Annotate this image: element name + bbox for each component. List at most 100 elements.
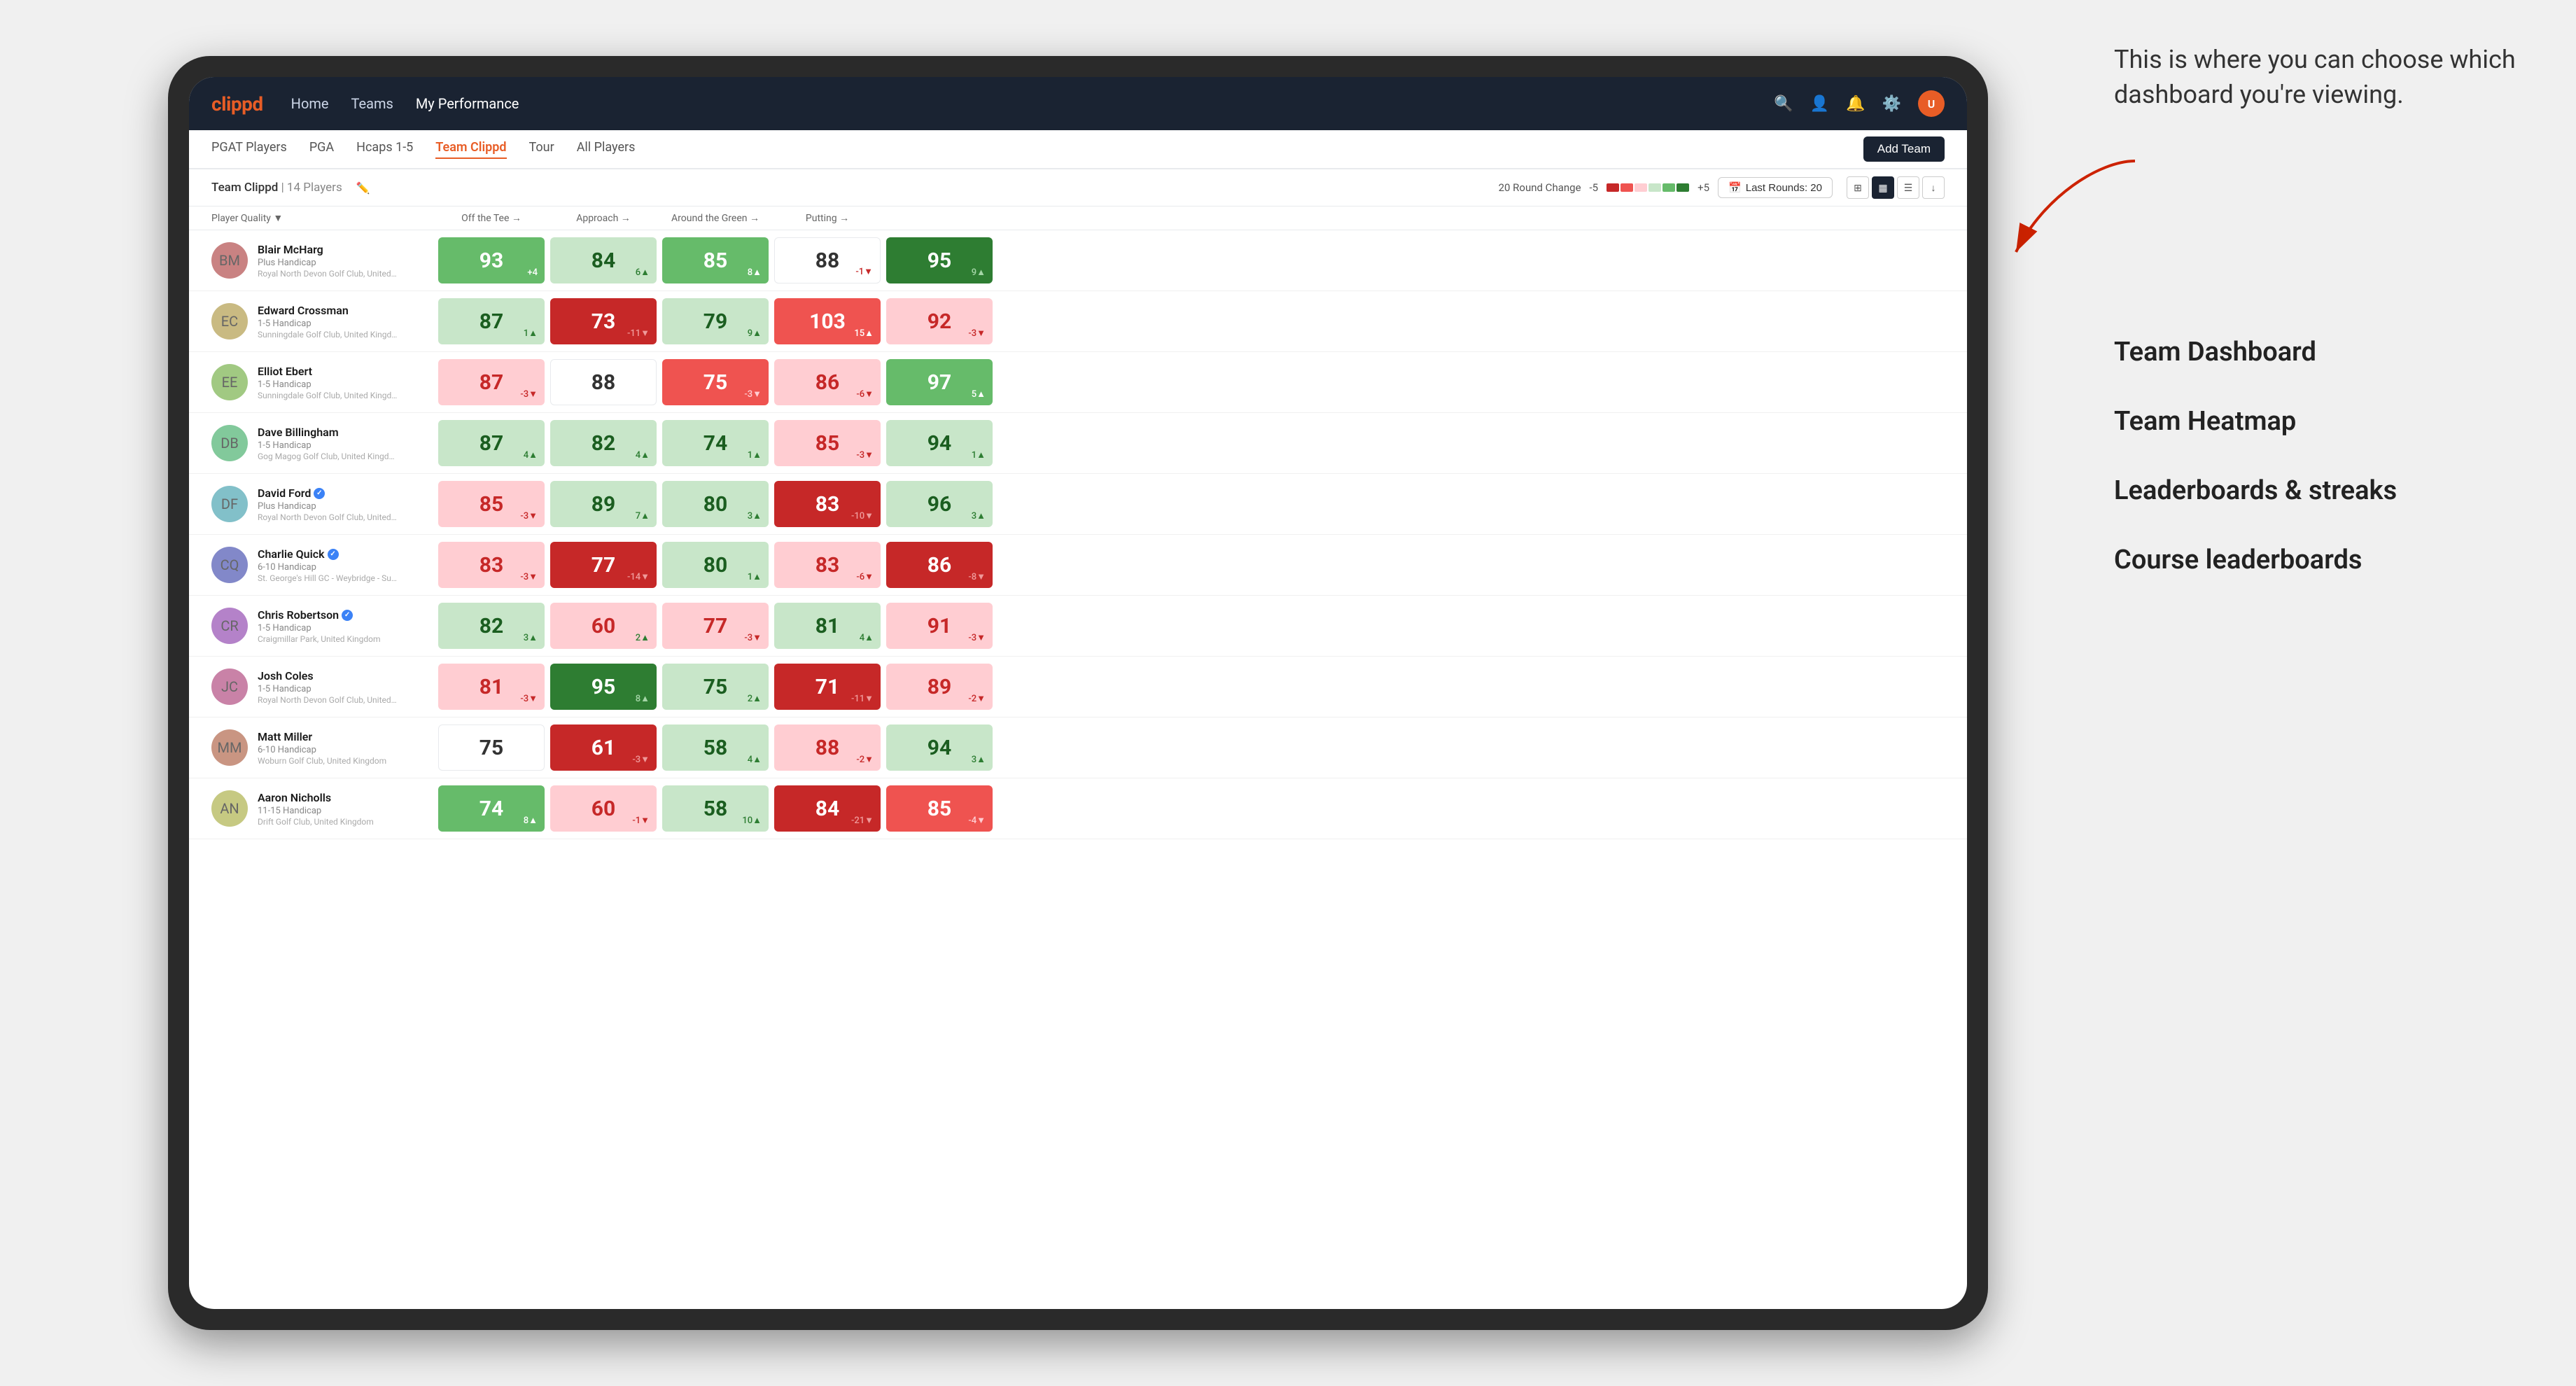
- approach-cell[interactable]: 803▲: [662, 481, 769, 527]
- col-off-tee[interactable]: Off the Tee →: [435, 212, 547, 224]
- profile-icon[interactable]: 👤: [1810, 95, 1829, 113]
- score-value: 75: [704, 675, 727, 699]
- sub-nav-pga[interactable]: PGA: [309, 140, 334, 159]
- player-quality-cell[interactable]: 85-3▼: [438, 481, 545, 527]
- player-quality-cell[interactable]: 748▲: [438, 785, 545, 832]
- approach-cell[interactable]: 858▲: [662, 237, 769, 284]
- putting-cell[interactable]: 86-8▼: [886, 542, 993, 588]
- col-approach[interactable]: Approach →: [547, 212, 659, 224]
- player-club: St. George's Hill GC - Weybridge - Surre…: [258, 573, 398, 583]
- off-tee-cell[interactable]: 73-11▼: [550, 298, 657, 344]
- putting-cell[interactable]: 91-3▼: [886, 603, 993, 649]
- user-avatar[interactable]: U: [1918, 90, 1945, 117]
- download-button[interactable]: ↓: [1922, 176, 1945, 199]
- player-quality-cell[interactable]: 871▲: [438, 298, 545, 344]
- player-quality-cell[interactable]: 75: [438, 724, 545, 771]
- player-info-1[interactable]: ECEdward Crossman1-5 HandicapSunningdale…: [211, 303, 435, 340]
- putting-cell[interactable]: 975▲: [886, 359, 993, 405]
- putting-cell[interactable]: 89-2▼: [886, 664, 993, 710]
- off-tee-cell[interactable]: 846▲: [550, 237, 657, 284]
- grid-view-button[interactable]: ⊞: [1847, 176, 1869, 199]
- off-tee-cell[interactable]: 61-3▼: [550, 724, 657, 771]
- search-icon[interactable]: 🔍: [1774, 95, 1793, 113]
- sub-nav-team-clippd[interactable]: Team Clippd: [435, 140, 506, 159]
- nav-link-home[interactable]: Home: [291, 95, 329, 112]
- around-green-cell[interactable]: 10315▲: [774, 298, 881, 344]
- nav-link-my-performance[interactable]: My Performance: [416, 95, 519, 112]
- approach-cell[interactable]: 752▲: [662, 664, 769, 710]
- sub-nav-hcaps[interactable]: Hcaps 1-5: [356, 140, 413, 159]
- bell-icon[interactable]: 🔔: [1846, 95, 1865, 113]
- around-green-cell[interactable]: 86-6▼: [774, 359, 881, 405]
- player-info-5[interactable]: CQCharlie Quick✓6-10 HandicapSt. George'…: [211, 547, 435, 583]
- player-info-3[interactable]: DBDave Billingham1-5 HandicapGog Magog G…: [211, 425, 435, 461]
- color-seg-green-med: [1662, 183, 1675, 192]
- around-green-cell[interactable]: 71-11▼: [774, 664, 881, 710]
- player-quality-cell[interactable]: 823▲: [438, 603, 545, 649]
- around-green-cell[interactable]: 84-21▼: [774, 785, 881, 832]
- player-info-4[interactable]: DFDavid Ford✓Plus HandicapRoyal North De…: [211, 486, 435, 522]
- col-around-green[interactable]: Around the Green →: [659, 212, 771, 224]
- putting-cell[interactable]: 959▲: [886, 237, 993, 284]
- player-quality-cell[interactable]: 83-3▼: [438, 542, 545, 588]
- last-rounds-button[interactable]: 📅 Last Rounds: 20: [1718, 177, 1833, 198]
- list-view-button[interactable]: ☰: [1897, 176, 1919, 199]
- putting-cell[interactable]: 85-4▼: [886, 785, 993, 832]
- around-green-cell[interactable]: 814▲: [774, 603, 881, 649]
- around-green-cell[interactable]: 88-2▼: [774, 724, 881, 771]
- approach-cell[interactable]: 75-3▼: [662, 359, 769, 405]
- score-value: 83: [816, 553, 839, 578]
- approach-cell[interactable]: 584▲: [662, 724, 769, 771]
- off-tee-cell[interactable]: 60-1▼: [550, 785, 657, 832]
- around-green-cell[interactable]: 83-6▼: [774, 542, 881, 588]
- score-change: -3▼: [744, 632, 762, 643]
- player-info-6[interactable]: CRChris Robertson✓1-5 HandicapCraigmilla…: [211, 608, 435, 644]
- player-details: Chris Robertson✓1-5 HandicapCraigmillar …: [258, 608, 381, 644]
- approach-cell[interactable]: 741▲: [662, 420, 769, 466]
- putting-cell[interactable]: 941▲: [886, 420, 993, 466]
- player-quality-cell[interactable]: 87-3▼: [438, 359, 545, 405]
- player-info-9[interactable]: ANAaron Nicholls11-15 HandicapDrift Golf…: [211, 790, 435, 827]
- sub-nav-tour[interactable]: Tour: [529, 140, 554, 159]
- nav-bar: clippd Home Teams My Performance 🔍 👤 🔔 ⚙…: [189, 77, 1967, 130]
- add-team-button[interactable]: Add Team: [1863, 136, 1945, 162]
- sub-nav-pgat[interactable]: PGAT Players: [211, 140, 287, 159]
- col-player-quality[interactable]: Player Quality ▼: [211, 212, 435, 224]
- putting-cell[interactable]: 92-3▼: [886, 298, 993, 344]
- around-green-cell[interactable]: 88-1▼: [774, 237, 881, 284]
- player-quality-cell[interactable]: 874▲: [438, 420, 545, 466]
- player-info-0[interactable]: BMBlair McHargPlus HandicapRoyal North D…: [211, 242, 435, 279]
- nav-link-teams[interactable]: Teams: [351, 95, 393, 112]
- around-green-cell[interactable]: 83-10▼: [774, 481, 881, 527]
- player-info-7[interactable]: JCJosh Coles1-5 HandicapRoyal North Devo…: [211, 668, 435, 705]
- score-value: 91: [927, 614, 951, 638]
- putting-cell[interactable]: 963▲: [886, 481, 993, 527]
- off-tee-cell[interactable]: 88: [550, 359, 657, 405]
- off-tee-cell[interactable]: 958▲: [550, 664, 657, 710]
- approach-cell[interactable]: 77-3▼: [662, 603, 769, 649]
- off-tee-cell[interactable]: 897▲: [550, 481, 657, 527]
- col-putting[interactable]: Putting →: [771, 212, 883, 224]
- sub-nav-all-players[interactable]: All Players: [577, 140, 636, 159]
- heatmap-view-button[interactable]: ▦: [1872, 176, 1894, 199]
- score-change: 4▲: [748, 754, 762, 765]
- putting-cell[interactable]: 943▲: [886, 724, 993, 771]
- score-value: 73: [592, 309, 615, 334]
- dashboard-options-list: Team Dashboard Team Heatmap Leaderboards…: [2114, 337, 2520, 575]
- player-info-8[interactable]: MMMatt Miller6-10 HandicapWoburn Golf Cl…: [211, 729, 435, 766]
- view-toggle-icons: ⊞ ▦ ☰ ↓: [1847, 176, 1945, 199]
- edit-team-icon[interactable]: ✏️: [356, 181, 370, 195]
- player-info-2[interactable]: EEElliot Ebert1-5 HandicapSunningdale Go…: [211, 364, 435, 400]
- off-tee-cell[interactable]: 602▲: [550, 603, 657, 649]
- approach-cell[interactable]: 5810▲: [662, 785, 769, 832]
- off-tee-cell[interactable]: 77-14▼: [550, 542, 657, 588]
- player-handicap: Plus Handicap: [258, 258, 398, 268]
- player-quality-cell[interactable]: 81-3▼: [438, 664, 545, 710]
- score-value: 94: [927, 736, 951, 760]
- around-green-cell[interactable]: 85-3▼: [774, 420, 881, 466]
- approach-cell[interactable]: 799▲: [662, 298, 769, 344]
- off-tee-cell[interactable]: 824▲: [550, 420, 657, 466]
- settings-icon[interactable]: ⚙️: [1882, 95, 1901, 113]
- player-quality-cell[interactable]: 93+4: [438, 237, 545, 284]
- approach-cell[interactable]: 801▲: [662, 542, 769, 588]
